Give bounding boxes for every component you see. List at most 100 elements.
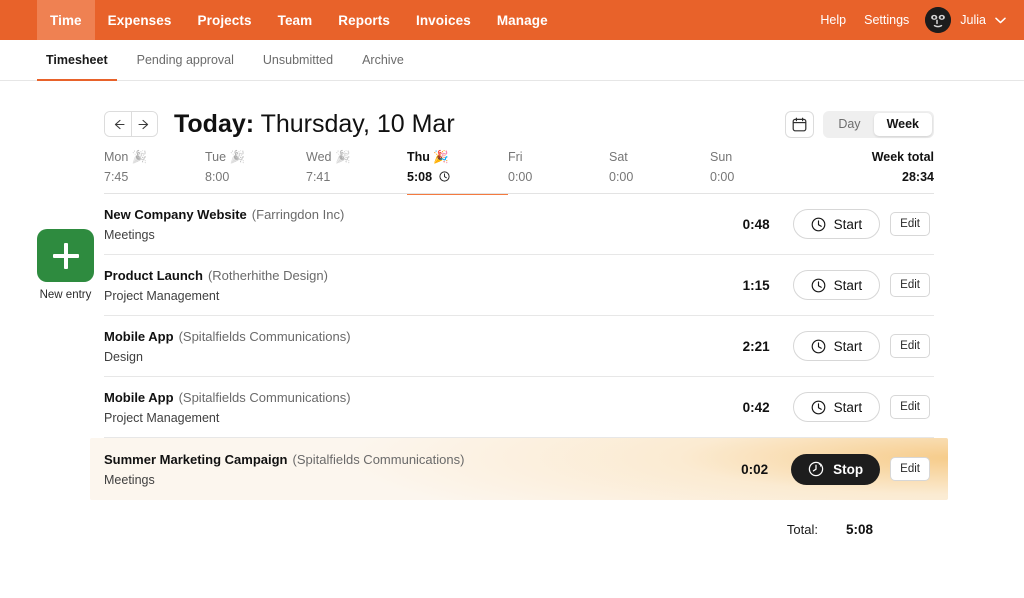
previous-day-button[interactable] (105, 112, 131, 136)
nav-item-reports[interactable]: Reports (325, 0, 403, 40)
entry-project-name: Product Launch (104, 268, 203, 283)
tab-timesheet[interactable]: Timesheet (37, 40, 117, 80)
nav-item-projects[interactable]: Projects (185, 0, 265, 40)
view-mode-day[interactable]: Day (825, 113, 873, 136)
entry-task-name: Project Management (104, 288, 328, 304)
time-entry-row[interactable]: Mobile App(Spitalfields Communications) … (104, 377, 934, 438)
week-total-value: 28:34 (872, 169, 934, 185)
settings-link[interactable]: Settings (855, 13, 918, 27)
nav-item-invoices[interactable]: Invoices (403, 0, 484, 40)
entry-info: Product Launch (Rotherhithe Design) Proje… (104, 267, 328, 304)
entry-duration: 0:02 (741, 462, 768, 477)
day-label: Mon (104, 150, 128, 164)
start-timer-button[interactable]: Start (793, 392, 881, 422)
week-day-mon[interactable]: Mon 🎉 7:45 (104, 149, 205, 194)
start-timer-button[interactable]: Start (793, 270, 881, 300)
view-controls: Day Week (785, 111, 934, 138)
new-entry-button[interactable] (37, 229, 94, 282)
tab-label: Archive (362, 53, 404, 67)
edit-entry-button[interactable]: Edit (890, 273, 930, 297)
avatar[interactable] (925, 7, 951, 33)
edit-entry-button[interactable]: Edit (890, 395, 930, 419)
nav-item-manage[interactable]: Manage (484, 0, 561, 40)
stop-timer-label: Stop (833, 462, 863, 477)
entry-actions: 1:15 Start Edit (743, 270, 930, 300)
edit-entry-label: Edit (900, 218, 920, 230)
time-entry-row[interactable]: New Company Website(Farringdon Inc) Meet… (104, 194, 934, 255)
date-nav-arrows (104, 111, 158, 137)
nav-item-label: Time (50, 13, 82, 28)
page-title-date: Thursday, 10 Mar (261, 110, 455, 138)
nav-utilities: Help Settings Julia (811, 0, 1024, 40)
tab-archive[interactable]: Archive (353, 40, 413, 80)
week-day-strip: Mon 🎉 7:45 Tue 🎉 8:00 Wed 🎉 7:41 Thu 🎉 5… (0, 143, 1024, 194)
edit-entry-label: Edit (900, 279, 920, 291)
start-timer-button[interactable]: Start (793, 331, 881, 361)
edit-entry-button[interactable]: Edit (890, 212, 930, 236)
week-day-tue[interactable]: Tue 🎉 8:00 (205, 149, 306, 194)
date-header: Today: Thursday, 10 Mar Day Week (0, 81, 1024, 143)
week-day-fri[interactable]: Fri 0:00 (508, 149, 609, 194)
arrow-left-icon (112, 119, 125, 130)
user-name-label: Julia (960, 13, 986, 27)
user-avatar-icon (925, 7, 951, 33)
day-hours: 7:45 (104, 169, 205, 185)
clock-icon (811, 400, 826, 415)
start-timer-button[interactable]: Start (793, 209, 881, 239)
entry-duration: 0:42 (743, 400, 770, 415)
timer-running-icon (808, 461, 824, 477)
stop-timer-button[interactable]: Stop (791, 454, 880, 485)
entry-client-name: (Spitalfields Communications) (179, 390, 351, 405)
day-total-label: Total: (787, 522, 818, 537)
page-title-prefix: Today: (174, 110, 254, 138)
primary-nav-items: Time Expenses Projects Team Reports Invo… (37, 0, 561, 40)
top-navigation-bar: Time Expenses Projects Team Reports Invo… (0, 0, 1024, 40)
week-total-label: Week total (872, 149, 934, 166)
entry-project-name: New Company Website (104, 207, 247, 222)
view-mode-label: Week (887, 117, 919, 131)
help-link[interactable]: Help (811, 13, 855, 27)
nav-item-label: Projects (198, 13, 252, 28)
day-hours: 7:41 (306, 169, 407, 185)
entry-duration: 2:21 (743, 339, 770, 354)
entry-project-name: Mobile App (104, 390, 174, 405)
tab-label: Unsubmitted (263, 53, 333, 67)
day-label: Tue (205, 150, 226, 164)
celebration-icon: 🎉 (433, 150, 449, 164)
clock-icon (811, 217, 826, 232)
day-label: Thu (407, 150, 430, 164)
chevron-down-icon[interactable] (995, 17, 1006, 24)
entry-actions: 0:48 Start Edit (743, 209, 930, 239)
entry-client-name: (Rotherhithe Design) (208, 268, 328, 283)
edit-entry-button[interactable]: Edit (890, 334, 930, 358)
week-day-sat[interactable]: Sat 0:00 (609, 149, 710, 194)
time-entry-row[interactable]: Product Launch (Rotherhithe Design) Proje… (104, 255, 934, 316)
clock-icon (811, 278, 826, 293)
view-mode-week[interactable]: Week (874, 113, 932, 136)
week-day-sun[interactable]: Sun 0:00 (710, 149, 811, 194)
week-day-thu[interactable]: Thu 🎉 5:08 (407, 149, 508, 194)
plus-icon (53, 243, 79, 269)
edit-entry-button[interactable]: Edit (890, 457, 930, 481)
day-hours: 0:00 (609, 169, 710, 185)
entry-task-name: Project Management (104, 410, 351, 426)
tab-unsubmitted[interactable]: Unsubmitted (254, 40, 342, 80)
tab-label: Pending approval (137, 53, 234, 67)
week-day-wed[interactable]: Wed 🎉 7:41 (306, 149, 407, 194)
view-mode-toggle: Day Week (823, 111, 934, 138)
start-timer-label: Start (834, 278, 863, 293)
time-entry-row[interactable]: Mobile App(Spitalfields Communications) … (104, 316, 934, 377)
nav-item-expenses[interactable]: Expenses (95, 0, 185, 40)
calendar-picker-button[interactable] (785, 111, 814, 138)
tab-pending-approval[interactable]: Pending approval (128, 40, 243, 80)
clock-icon (439, 171, 450, 182)
start-timer-label: Start (834, 339, 863, 354)
entry-info: Summer Marketing Campaign(Spitalfields C… (104, 451, 464, 488)
day-label: Sat (609, 149, 710, 166)
entry-task-name: Design (104, 349, 351, 365)
nav-item-team[interactable]: Team (265, 0, 326, 40)
day-total-row: Total: 5:08 (0, 502, 1024, 556)
time-entry-row-running[interactable]: Summer Marketing Campaign(Spitalfields C… (90, 438, 948, 500)
next-day-button[interactable] (131, 112, 157, 136)
nav-item-time[interactable]: Time (37, 0, 95, 40)
